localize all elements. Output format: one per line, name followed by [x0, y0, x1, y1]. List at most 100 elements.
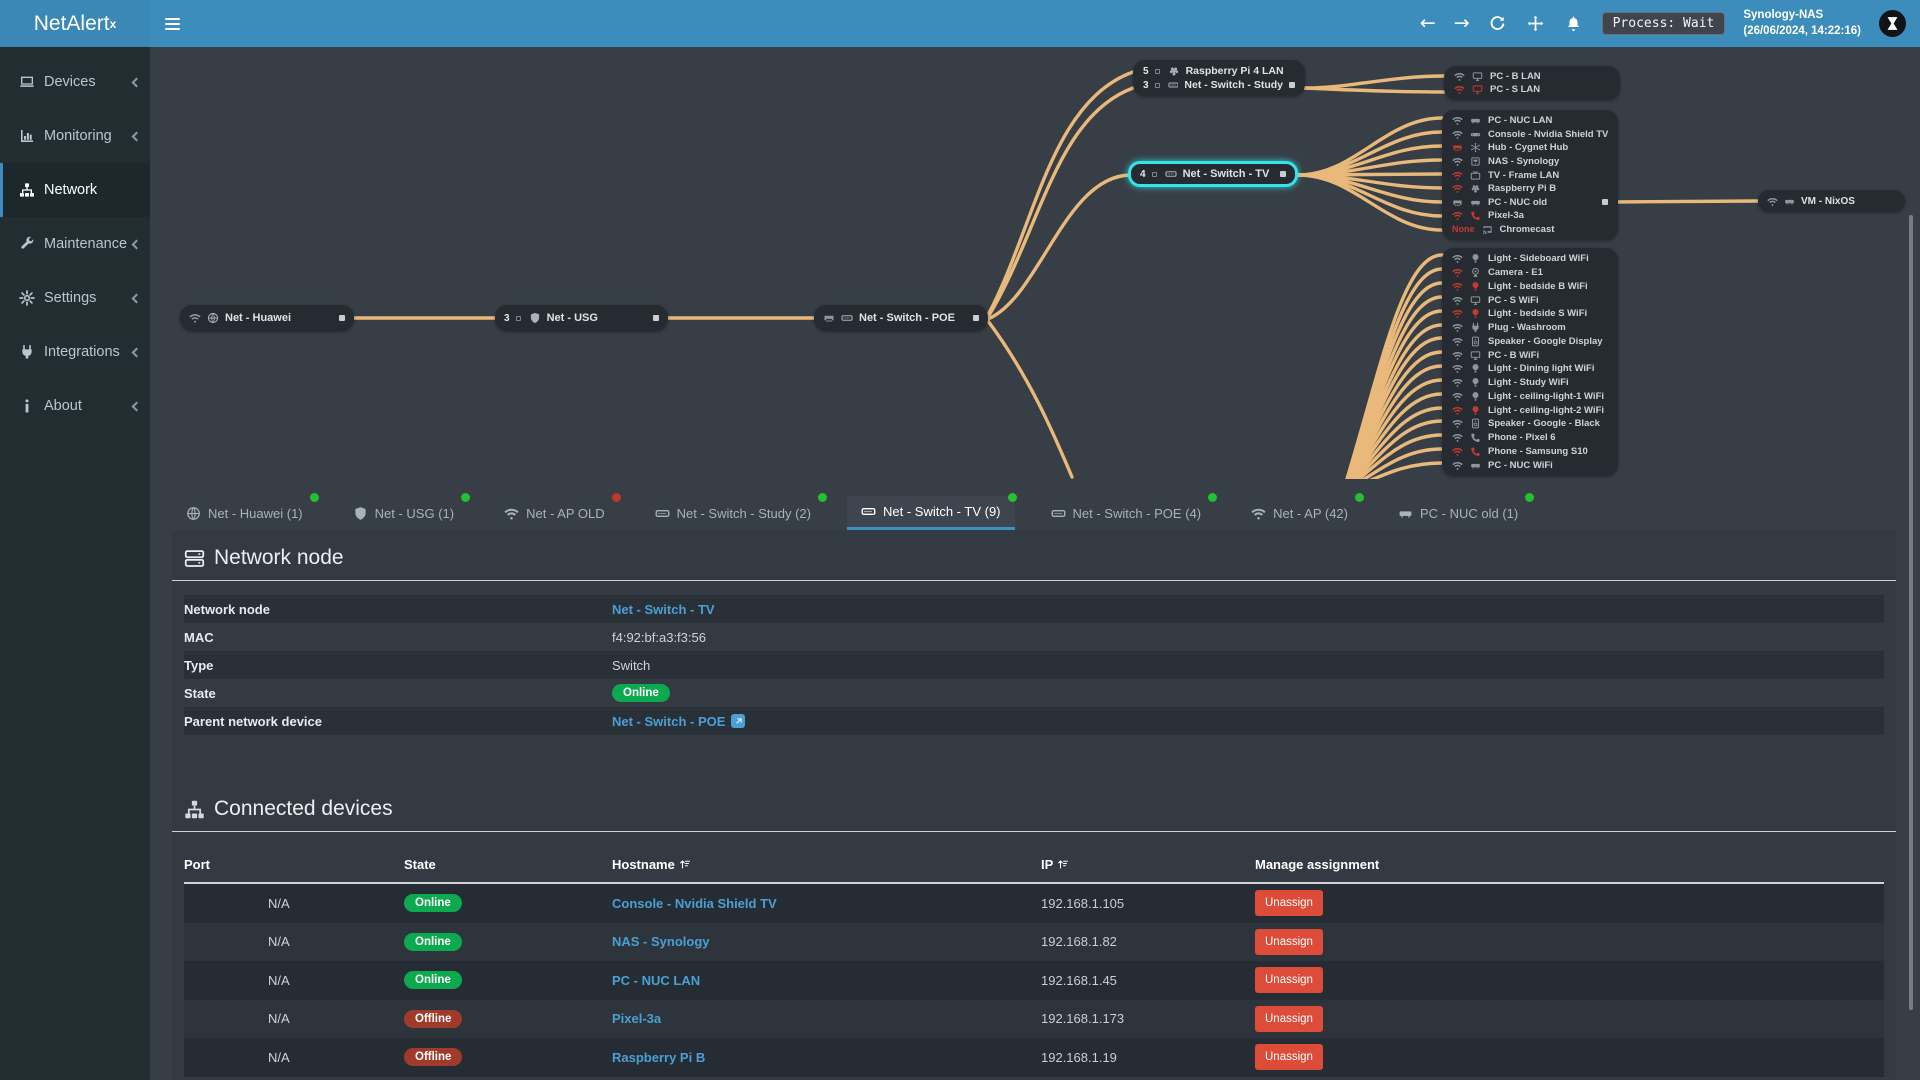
tab-label: PC - NUC old (1)	[1420, 505, 1519, 521]
wifi-icon	[1452, 432, 1463, 443]
node-net-usg[interactable]: 3 Net - USG	[495, 305, 668, 331]
hostname-link[interactable]: NAS - Synology	[612, 934, 710, 949]
device-leaf-row[interactable]: Light - ceiling-light-2 WiFi	[1452, 403, 1608, 417]
device-leaf-row[interactable]: Light - ceiling-light-1 WiFi	[1452, 390, 1608, 404]
network-node-tab[interactable]: Net - USG (1)	[339, 493, 471, 530]
sidebar-item[interactable]: Settings	[0, 271, 150, 325]
network-node-tab[interactable]: Net - Switch - POE (4)	[1037, 493, 1218, 530]
device-leaf-row[interactable]: Camera - E1	[1452, 266, 1608, 280]
detail-label: Type	[184, 657, 214, 673]
device-leaf-row[interactable]: PC - NUC old	[1452, 195, 1608, 209]
device-label: NAS - Synology	[1488, 155, 1560, 167]
column-ip[interactable]: IP	[1041, 857, 1255, 872]
column-hostname[interactable]: Hostname	[612, 857, 1041, 872]
bulb-icon	[1470, 405, 1481, 416]
device-leaf-row[interactable]: PC - NUC WiFi	[1452, 458, 1608, 472]
node-net-switch-tv-selected[interactable]: 4 Net - Switch - TV	[1128, 161, 1298, 187]
device-leaf-row[interactable]: PC - S LAN	[1454, 83, 1610, 96]
notifications-bell-icon[interactable]	[1564, 14, 1584, 34]
sidebar-item[interactable]: Devices	[0, 55, 150, 109]
device-leaf-row[interactable]: Light - bedside S WiFi	[1452, 307, 1608, 321]
forward-arrow-button[interactable]: →	[1454, 14, 1470, 33]
wifi-icon	[1454, 84, 1465, 95]
device-label: Light - bedside B WiFi	[1488, 280, 1588, 292]
port-indicator	[1602, 199, 1608, 206]
device-leaf-row[interactable]: Light - Study WiFi	[1452, 376, 1608, 390]
sidebar-item[interactable]: Network	[0, 163, 150, 217]
app-logo[interactable]: NetAlert x	[0, 0, 150, 47]
unassign-button[interactable]: Unassign	[1255, 1044, 1323, 1071]
sidebar-item-label: About	[44, 398, 82, 414]
raspberry-icon	[1168, 65, 1180, 77]
device-leaf-row[interactable]: NAS - Synology	[1452, 155, 1608, 169]
device-leaf-row[interactable]: Phone - Pixel 6	[1452, 431, 1608, 445]
node-net-huawei[interactable]: Net - Huawei	[180, 305, 354, 331]
group-node-row[interactable]: 5 Raspberry Pi 4 LAN	[1143, 64, 1295, 78]
device-leaf-row[interactable]: PC - S WiFi	[1452, 293, 1608, 307]
sidebar-item[interactable]: Monitoring	[0, 109, 150, 163]
detail-row: Type Switch	[184, 651, 1884, 679]
node-group-study[interactable]: 5 Raspberry Pi 4 LAN 3 Net - Switch - St…	[1133, 60, 1305, 96]
sidebar-item[interactable]: About	[0, 379, 150, 433]
avatar[interactable]	[1879, 10, 1906, 37]
device-leaf-row[interactable]: Plug - Washroom	[1452, 321, 1608, 335]
device-leaf-row[interactable]: Light - Dining light WiFi	[1452, 362, 1608, 376]
detail-link[interactable]: Net - Switch - POE	[612, 714, 725, 729]
device-label: Raspberry Pi B	[1488, 183, 1557, 195]
sidebar-item[interactable]: Maintenance	[0, 217, 150, 271]
device-leaf-row[interactable]: None Chromecast	[1452, 223, 1608, 237]
move-icon[interactable]	[1526, 14, 1546, 34]
sidebar-item[interactable]: Integrations	[0, 325, 150, 379]
unassign-button[interactable]: Unassign	[1255, 890, 1323, 917]
group-node-row[interactable]: 3 Net - Switch - Study	[1143, 78, 1295, 92]
network-node-tab[interactable]: Net - Huawei (1)	[172, 493, 319, 530]
status-dot	[611, 493, 621, 502]
device-leaf-row[interactable]: Speaker - Google - Black	[1452, 417, 1608, 431]
scrollbar-thumb[interactable]	[1909, 215, 1913, 1010]
network-node-tab[interactable]: Net - Switch - Study (2)	[641, 493, 827, 530]
device-leaf-row[interactable]: Raspberry Pi B	[1452, 182, 1608, 196]
hostname-link[interactable]: PC - NUC LAN	[612, 973, 700, 988]
column-state: State	[404, 856, 436, 872]
device-leaf-row[interactable]: Pixel-3a	[1452, 209, 1608, 223]
external-link-icon[interactable]	[731, 714, 746, 728]
back-arrow-button[interactable]: ←	[1420, 14, 1436, 33]
network-node-tab[interactable]: Net - AP OLD	[490, 493, 621, 530]
device-label: Chromecast	[1499, 223, 1555, 235]
sidebar: Devices Monitoring Network Maintenance S…	[0, 47, 150, 1080]
device-leaf-row[interactable]: Speaker - Google Display	[1452, 335, 1608, 349]
server-icon	[184, 548, 205, 569]
device-leaf-row[interactable]: Light - bedside B WiFi	[1452, 280, 1608, 294]
tab-label: Net - Switch - Study (2)	[676, 505, 811, 521]
unassign-button[interactable]: Unassign	[1255, 967, 1323, 994]
port-cell: N/A	[268, 1049, 290, 1065]
unassign-button[interactable]: Unassign	[1255, 928, 1323, 955]
network-node-tab[interactable]: Net - Switch - TV (9)	[847, 493, 1017, 530]
device-label: Speaker - Google - Black	[1488, 418, 1600, 430]
device-leaf-row[interactable]: Console - Nvidia Shield TV	[1452, 128, 1608, 142]
device-label: Console - Nvidia Shield TV	[1488, 128, 1609, 140]
hostname-link[interactable]: Raspberry Pi B	[612, 1050, 705, 1065]
connected-devices-table: N/A Online Console - Nvidia Shield TV 19…	[184, 884, 1884, 1077]
hamburger-menu-button[interactable]	[150, 0, 194, 47]
device-leaf-row[interactable]: Phone - Samsung S10	[1452, 445, 1608, 459]
device-leaf-row[interactable]: PC - NUC LAN	[1452, 114, 1608, 128]
detail-link[interactable]: Net - Switch - TV	[612, 602, 715, 617]
node-net-switch-poe[interactable]: Net - Switch - POE	[814, 305, 988, 331]
device-leaf-row[interactable]: Hub - Cygnet Hub	[1452, 141, 1608, 155]
device-leaf-row[interactable]: PC - B WiFi	[1452, 348, 1608, 362]
device-leaf-row[interactable]: Light - Sideboard WiFi	[1452, 252, 1608, 266]
refresh-icon[interactable]	[1488, 14, 1508, 34]
hostname-link[interactable]: Pixel-3a	[612, 1011, 661, 1026]
network-node-tab[interactable]: Net - AP (42)	[1237, 493, 1364, 530]
node-vm-nixos[interactable]: VM - NixOS	[1758, 190, 1905, 212]
device-leaf-row[interactable]: TV - Frame LAN	[1452, 168, 1608, 182]
phone-icon	[1470, 432, 1481, 443]
network-node-section-title: Network node	[184, 546, 1884, 570]
unassign-button[interactable]: Unassign	[1255, 1005, 1323, 1032]
device-leaf-row[interactable]: PC - B LAN	[1454, 70, 1610, 83]
hostname-link[interactable]: Console - Nvidia Shield TV	[612, 896, 777, 911]
network-node-tab[interactable]: PC - NUC old (1)	[1384, 493, 1535, 530]
wifi-icon	[1452, 308, 1463, 319]
nuc-icon	[1398, 506, 1413, 521]
